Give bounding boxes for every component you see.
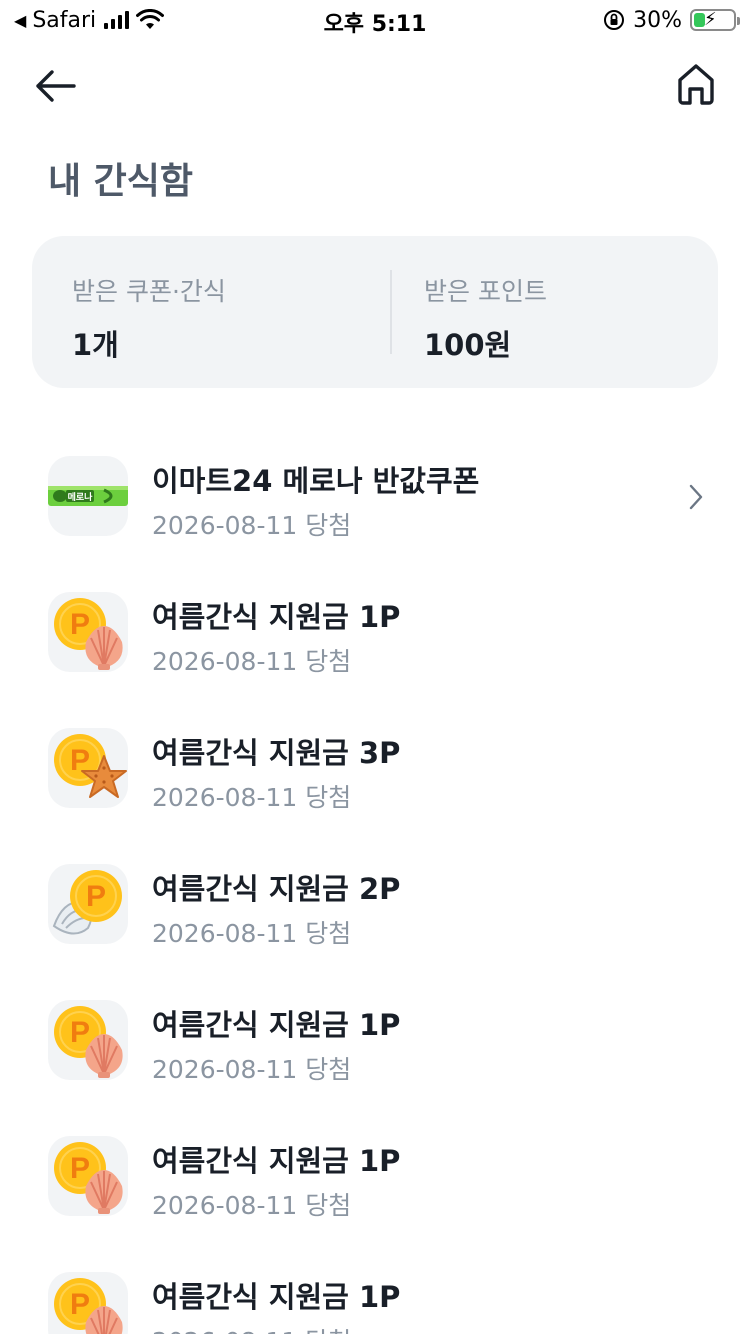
item-title: 여름간식 지원금 1P xyxy=(152,1144,401,1178)
coin-conch-icon: P xyxy=(48,864,128,944)
status-bar: ◀ Safari 오후 5:11 30% ⚡ xyxy=(0,0,750,40)
coin-shell-icon: P xyxy=(48,1136,128,1216)
status-right: 30% ⚡ xyxy=(603,6,740,34)
arrow-left-icon[interactable] xyxy=(32,62,80,110)
item-title: 여름간식 지원금 3P xyxy=(152,736,401,770)
item-title: 여름간식 지원금 1P xyxy=(152,1008,401,1042)
point-list-item[interactable]: P 여름간식 지원금 1P 2026-08-11 당첨 xyxy=(0,998,750,1088)
point-list-item[interactable]: P 여름간식 지원금 1P 2026-08-11 당첨 xyxy=(0,590,750,680)
item-title: 여름간식 지원금 2P xyxy=(152,872,401,906)
coupons-value: 1개 xyxy=(72,328,119,362)
point-list-item[interactable]: P 여름간식 지원금 3P 2026-08-11 당첨 xyxy=(0,726,750,816)
item-title: 여름간식 지원금 1P xyxy=(152,1280,401,1314)
orientation-lock-icon xyxy=(604,10,625,30)
item-date: 2026-08-11 당첨 xyxy=(152,511,352,540)
coupons-summary: 받은 쿠폰·간식 1개 xyxy=(72,272,226,364)
svg-text:P: P xyxy=(70,1016,90,1049)
item-date: 2026-08-11 당첨 xyxy=(152,1055,352,1084)
point-list-item[interactable]: P 여름간식 지원금 1P 2026-08-11 당첨 xyxy=(0,1270,750,1334)
coin-starfish-icon: P xyxy=(48,728,128,808)
points-label: 받은 포인트 xyxy=(424,277,547,306)
svg-text:P: P xyxy=(86,880,106,913)
svg-text:P: P xyxy=(70,608,90,641)
svg-text:P: P xyxy=(70,1152,90,1185)
summary-card: 받은 쿠폰·간식 1개 받은 포인트 100원 xyxy=(32,236,718,388)
coin-shell-icon: P xyxy=(48,1272,128,1334)
summary-divider xyxy=(390,270,392,354)
charging-bolt-icon: ⚡ xyxy=(704,9,717,30)
coin-shell-icon: P xyxy=(48,1000,128,1080)
item-date: 2026-08-11 당첨 xyxy=(152,783,352,812)
item-title: 이마트24 메로나 반값쿠폰 xyxy=(152,464,480,498)
coupon-list-item[interactable]: 메로나 이마트24 메로나 반값쿠폰 2026-08-11 당첨 xyxy=(0,454,750,544)
coin-shell-icon: P xyxy=(48,592,128,672)
chevron-right-icon[interactable] xyxy=(686,482,706,512)
point-list-item[interactable]: P 여름간식 지원금 1P 2026-08-11 당첨 xyxy=(0,1134,750,1224)
svg-text:P: P xyxy=(70,1288,90,1321)
item-date: 2026-08-11 당첨 xyxy=(152,647,352,676)
points-summary: 받은 포인트 100원 xyxy=(424,272,547,364)
points-value: 100원 xyxy=(424,328,512,362)
battery-icon: ⚡ xyxy=(690,9,740,31)
item-title: 여름간식 지원금 1P xyxy=(152,600,401,634)
home-icon[interactable] xyxy=(676,62,716,106)
battery-percent: 30% xyxy=(633,7,682,33)
melona-coupon-image: 메로나 xyxy=(48,456,128,536)
item-date: 2026-08-11 당첨 xyxy=(152,919,352,948)
page-title: 내 간식함 xyxy=(48,161,194,202)
item-date: 2026-08-11 당첨 xyxy=(152,1191,352,1220)
item-date: 2026-08-11 당첨 xyxy=(152,1322,351,1334)
coupons-label: 받은 쿠폰·간식 xyxy=(72,277,226,306)
point-list-item[interactable]: P 여름간식 지원금 2P 2026-08-11 당첨 xyxy=(0,862,750,952)
melona-package-text: 메로나 xyxy=(68,491,94,503)
